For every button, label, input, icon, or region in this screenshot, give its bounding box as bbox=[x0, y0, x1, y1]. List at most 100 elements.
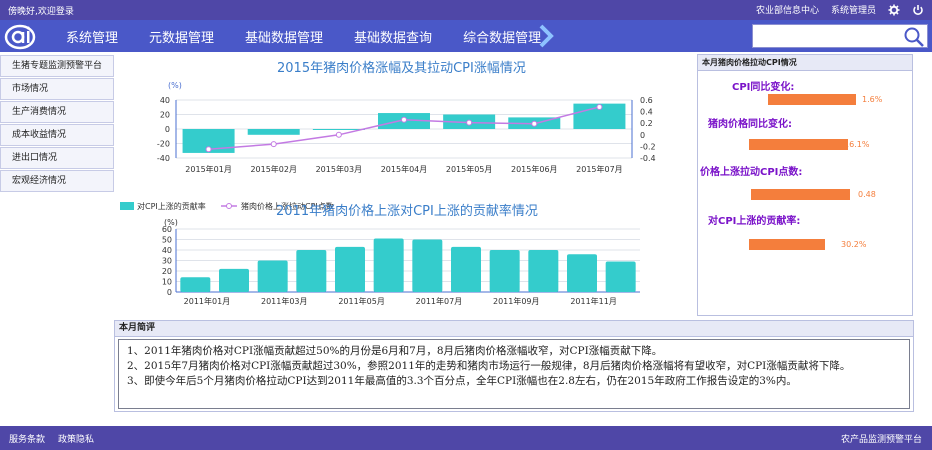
y-tick-label: 10 bbox=[162, 278, 172, 287]
power-icon[interactable] bbox=[912, 4, 924, 16]
y-tick-label: -40 bbox=[157, 154, 170, 163]
nav-base-data-admin[interactable]: 基础数据管理 bbox=[245, 27, 323, 46]
sidebar-item-macro[interactable]: 宏观经济情况 bbox=[0, 170, 114, 192]
pork-price-change-bar bbox=[749, 139, 848, 150]
y2-tick-label: 0.4 bbox=[640, 108, 653, 117]
bar-contribution-2011 bbox=[489, 250, 520, 292]
monthly-comment: 本月简评 1、2011年猪肉价格对CPI涨幅贡献超过50%的月份是6月和7月，8… bbox=[114, 320, 914, 412]
bar-contribution-2011 bbox=[180, 277, 211, 292]
bar-contribution-2011 bbox=[451, 246, 481, 292]
bar-contribution-2011 bbox=[335, 246, 365, 292]
search-input[interactable] bbox=[753, 25, 901, 47]
line-point bbox=[531, 120, 538, 127]
footer-brand: 农产品监测预警平台 bbox=[840, 435, 922, 445]
x-tick-label: 2015年03月 bbox=[316, 164, 363, 174]
bar-contribution-2011 bbox=[528, 250, 559, 292]
x-tick-label: 2011年07月 bbox=[416, 296, 463, 306]
line-point bbox=[596, 103, 603, 110]
y-tick-label: 20 bbox=[160, 111, 170, 120]
x-tick-label: 2011年03月 bbox=[261, 296, 308, 306]
sidebar-item-cost[interactable]: 成本收益情况 bbox=[0, 124, 114, 146]
y2-tick-label: 0.6 bbox=[640, 96, 653, 105]
sidebar-item-market[interactable]: 市场情况 bbox=[0, 78, 114, 100]
sidebar-item-production[interactable]: 生产消费情况 bbox=[0, 101, 114, 123]
comment-title: 本月简评 bbox=[115, 321, 913, 337]
terms-link[interactable]: 服务条款 bbox=[9, 432, 45, 445]
cpi-change-bar bbox=[768, 94, 856, 105]
y-tick-label: 20 bbox=[162, 267, 172, 276]
welcome-text: 傍晚好,欢迎登录 bbox=[8, 7, 74, 17]
y2-tick-label: -0.2 bbox=[640, 142, 656, 151]
y-tick-label: 0 bbox=[167, 288, 172, 297]
x-tick-label: 2015年02月 bbox=[250, 164, 297, 174]
legend-bar-swatch bbox=[120, 202, 134, 210]
nav-metadata[interactable]: 元数据管理 bbox=[149, 27, 214, 46]
gear-icon[interactable] bbox=[888, 4, 900, 16]
top-bar: 傍晚好,欢迎登录 农业部信息中心 系统管理员 bbox=[0, 0, 932, 20]
search-icon[interactable] bbox=[903, 26, 925, 48]
cpi-panel: 本月猪肉价格拉动CPI情况 CPI同比变化: 1.6% 猪肉价格同比变化: 16… bbox=[697, 54, 913, 316]
x-tick-label: 2015年04月 bbox=[381, 164, 428, 174]
y-tick-label: 40 bbox=[162, 246, 172, 255]
comment-line-2: 2、2015年7月猪肉价格对CPI涨幅贡献超过30%，参照2011年的走势和猪肉… bbox=[127, 360, 851, 372]
admin-link[interactable]: 系统管理员 bbox=[831, 3, 876, 16]
x-tick-label: 2015年07月 bbox=[576, 164, 623, 174]
pork-price-change-value: 16.1% bbox=[844, 140, 870, 149]
bar-contribution-2011 bbox=[567, 254, 597, 292]
bar-contribution-2011 bbox=[257, 260, 288, 292]
nav-system-admin[interactable]: 系统管理 bbox=[66, 27, 118, 46]
cpi-points-bar bbox=[751, 189, 850, 200]
y-tick-label: 0 bbox=[165, 125, 170, 134]
cpi-points-label: 价格上涨拉动CPI点数: bbox=[700, 167, 803, 178]
footer: 服务条款 政策隐私 农产品监测预警平台 bbox=[0, 426, 932, 450]
y2-tick-label: 0.2 bbox=[640, 119, 653, 128]
comment-line-3: 3、即使今年后5个月猪肉价格拉动CPI达到2011年最高值的3.3个百分点，全年… bbox=[127, 375, 797, 387]
y2-tick-label: 0 bbox=[640, 131, 645, 140]
y-tick-label: 50 bbox=[162, 236, 172, 245]
comment-line-1: 1、2011年猪肉价格对CPI涨幅贡献超过50%的月份是6月和7月，8月后猪肉价… bbox=[127, 345, 663, 357]
legend-bar-label: 对CPI上涨的贡献率 bbox=[137, 201, 206, 211]
bar-contribution-2011 bbox=[605, 261, 636, 292]
x-tick-label: 2015年01月 bbox=[185, 164, 232, 174]
pork-price-change-label: 猪肉价格同比变化: bbox=[708, 119, 792, 130]
charts-area: 2015年猪肉价格涨幅及其拉动CPI涨幅情况 40 20 0 -20 -40 0.6 0.4… bbox=[114, 52, 694, 317]
line-point bbox=[270, 141, 277, 148]
bar-contribution-2011 bbox=[219, 268, 249, 292]
nav-integrated-data[interactable]: 综合数据管理 bbox=[463, 27, 541, 46]
x-tick-label: 2015年05月 bbox=[446, 164, 493, 174]
bar-contribution-2011 bbox=[373, 238, 404, 292]
y-tick-label: 40 bbox=[160, 96, 170, 105]
x-tick-label: 2011年11月 bbox=[570, 296, 617, 306]
contribution-bar bbox=[749, 239, 825, 250]
info-center-link[interactable]: 农业部信息中心 bbox=[756, 3, 819, 16]
line-point bbox=[466, 119, 473, 126]
contribution-value: 30.2% bbox=[841, 240, 867, 249]
line-point bbox=[205, 146, 212, 153]
sidebar-item-pig-platform[interactable]: 生猪专题监测预警平台 bbox=[0, 55, 114, 77]
x-tick-label: 2011年01月 bbox=[184, 296, 231, 306]
logo-icon bbox=[4, 24, 36, 50]
bar-contribution-2011 bbox=[412, 239, 443, 292]
comment-body: 1、2011年猪肉价格对CPI涨幅贡献超过50%的月份是6月和7月，8月后猪肉价… bbox=[118, 339, 910, 409]
sidebar: 生猪专题监测预警平台 市场情况 生产消费情况 成本收益情况 进出口情况 宏观经济… bbox=[0, 55, 114, 193]
bar-contribution-2011 bbox=[296, 250, 327, 292]
top-links: 农业部信息中心 系统管理员 bbox=[756, 3, 924, 16]
x-tick-label: 2015年06月 bbox=[511, 164, 558, 174]
cpi-change-value: 1.6% bbox=[862, 95, 883, 104]
legend-line-marker bbox=[226, 203, 232, 209]
cpi-points-value: 0.48 bbox=[858, 190, 876, 199]
y-tick-label: -20 bbox=[157, 140, 170, 149]
line-point bbox=[401, 116, 407, 123]
privacy-link[interactable]: 政策隐私 bbox=[58, 432, 94, 445]
y-axis-unit: (%) bbox=[164, 218, 178, 227]
x-tick-label: 2011年09月 bbox=[493, 296, 540, 306]
chart-2011-pork-contribution: 6050403020100(%)2011年01月 2011年03月 2011年05月… bbox=[162, 218, 640, 306]
line-point bbox=[335, 131, 342, 138]
y2-tick-label: -0.4 bbox=[640, 154, 656, 163]
search-box bbox=[752, 24, 928, 48]
y-tick-label: 30 bbox=[162, 257, 172, 266]
x-tick-label: 2011年05月 bbox=[338, 296, 385, 306]
chevron-right-icon[interactable] bbox=[537, 24, 555, 48]
sidebar-item-trade[interactable]: 进出口情况 bbox=[0, 147, 114, 169]
nav-base-data-query[interactable]: 基础数据查询 bbox=[354, 27, 432, 46]
